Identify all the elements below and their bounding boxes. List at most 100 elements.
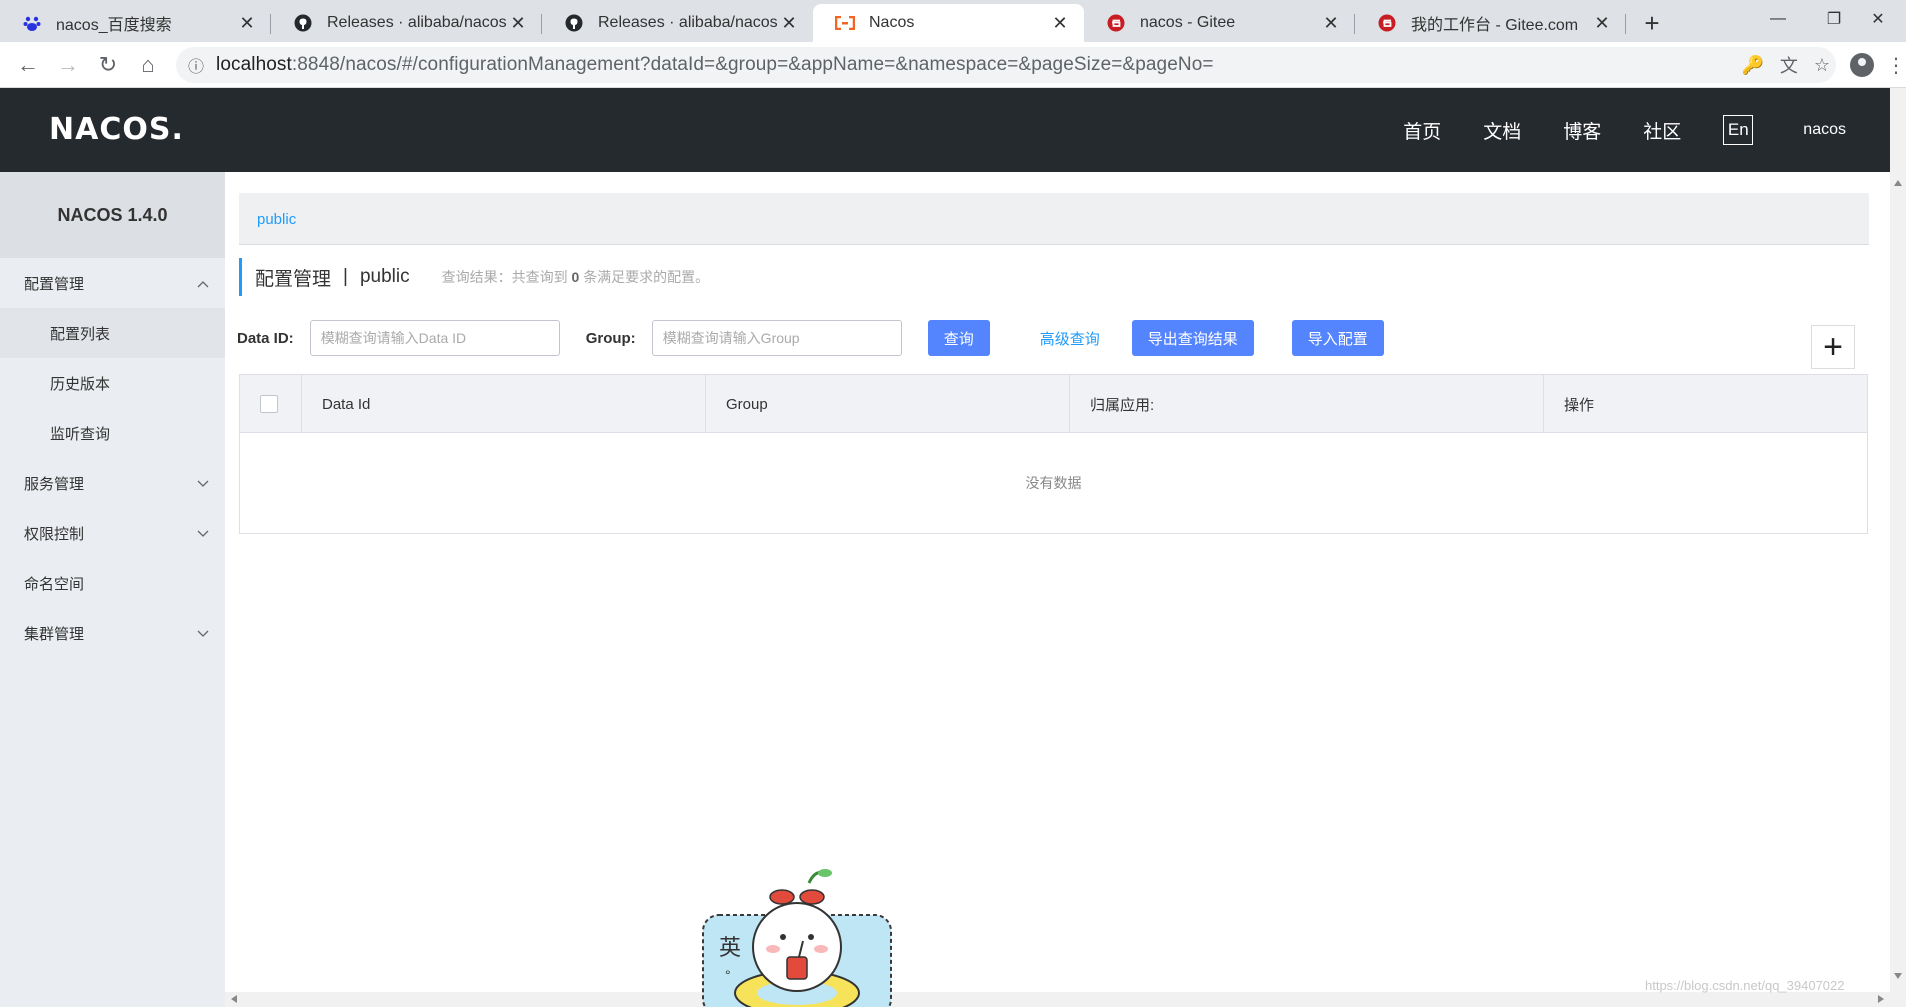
forward-icon[interactable]: →: [48, 45, 88, 85]
address-bar[interactable]: ⓘ localhost:8848/nacos/#/configurationMa…: [176, 47, 1836, 83]
url-text: localhost:8848/nacos/#/configurationMana…: [216, 54, 1214, 75]
nacos-logo[interactable]: NACOS.: [49, 112, 184, 147]
browser-tab-active[interactable]: Nacos ✕: [813, 4, 1084, 42]
export-results-button[interactable]: 导出查询结果: [1131, 320, 1254, 356]
svg-text:°: °: [725, 967, 731, 983]
close-icon[interactable]: ✕: [1050, 13, 1070, 33]
svg-text:英: 英: [719, 936, 741, 961]
window-close-icon[interactable]: ✕: [1850, 0, 1906, 38]
dataid-input[interactable]: [309, 320, 560, 356]
user-name[interactable]: nacos: [1803, 121, 1846, 139]
sidebar: NACOS 1.4.0 配置管理 配置列表 历史版本 监听查询 服务管理 权限控…: [0, 172, 225, 1007]
close-icon[interactable]: ✕: [237, 13, 257, 33]
bookmark-star-icon[interactable]: ☆: [1814, 55, 1830, 76]
chevron-up-icon: [197, 275, 213, 291]
browser-tab-strip: nacos_百度搜索 ✕ Releases · alibaba/nacos ✕ …: [0, 0, 1906, 42]
vertical-scrollbar[interactable]: [1890, 88, 1906, 1007]
tab-title: nacos_百度搜索: [56, 17, 172, 34]
title-namespace: public: [359, 266, 410, 287]
query-button[interactable]: 查询: [927, 320, 990, 356]
app-header: NACOS. 首页 文档 博客 社区 En nacos: [0, 88, 1890, 172]
sidebar-item-auth[interactable]: 权限控制: [0, 508, 225, 558]
sidebar-item-cluster[interactable]: 集群管理: [0, 608, 225, 658]
nav-blog[interactable]: 博客: [1563, 117, 1601, 144]
column-header: 操作: [1564, 396, 1595, 414]
dataid-label: Data ID:: [237, 329, 294, 347]
language-toggle[interactable]: En: [1723, 115, 1754, 145]
home-icon[interactable]: ⌂: [128, 45, 168, 85]
key-icon[interactable]: 🔑: [1741, 55, 1763, 76]
version-label: NACOS 1.4.0: [0, 172, 225, 258]
column-header[interactable]: Group: [706, 375, 1070, 433]
chevron-down-icon: [197, 475, 213, 491]
query-result-hint: 查询结果：共查询到 0 条满足要求的配置。: [441, 269, 710, 285]
empty-state: 没有数据: [1025, 475, 1082, 491]
tab-title: Nacos: [869, 14, 915, 31]
nacos-icon: [835, 13, 855, 33]
scroll-down-icon[interactable]: [1894, 973, 1902, 979]
column-header[interactable]: 归属应用:: [1070, 375, 1544, 433]
browser-tab[interactable]: 我的工作台 - Gitee.com ✕: [1355, 4, 1626, 42]
gitee-icon: [1377, 13, 1397, 33]
namespace-bar: public: [239, 193, 1869, 245]
close-icon[interactable]: ✕: [508, 13, 528, 33]
group-label: Group:: [585, 329, 636, 347]
sidebar-item-label: 命名空间: [24, 575, 85, 593]
scroll-up-icon[interactable]: [1894, 180, 1902, 186]
sidebar-item-label: 集群管理: [24, 625, 85, 643]
menu-kebab-icon[interactable]: ⋮: [1886, 53, 1906, 78]
profile-avatar-icon[interactable]: [1850, 53, 1874, 77]
browser-tab[interactable]: Releases · alibaba/nacos ✕: [542, 4, 813, 42]
new-tab-button[interactable]: +: [1632, 4, 1672, 42]
browser-toolbar: ← → ↻ ⌂ ⓘ localhost:8848/nacos/#/configu…: [0, 42, 1906, 88]
group-input[interactable]: [651, 320, 902, 356]
top-nav: 首页 文档 博客 社区 En nacos: [1403, 88, 1890, 172]
add-config-button[interactable]: +: [1811, 325, 1855, 369]
page-title: 配置管理 | public 查询结果：共查询到 0 条满足要求的配置。: [239, 258, 709, 296]
back-icon[interactable]: ←: [8, 45, 48, 85]
tab-title: 我的工作台 - Gitee.com: [1411, 17, 1579, 34]
browser-tab[interactable]: nacos - Gitee ✕: [1084, 4, 1355, 42]
reload-icon[interactable]: ↻: [88, 45, 128, 85]
sidebar-item-listener[interactable]: 监听查询: [0, 408, 225, 458]
scroll-left-icon[interactable]: [231, 995, 237, 1003]
close-icon[interactable]: ✕: [779, 13, 799, 33]
namespace-link-public[interactable]: public: [257, 211, 296, 228]
baidu-icon: [22, 13, 42, 33]
translate-icon[interactable]: 文: [1780, 52, 1798, 78]
sidebar-item-label: 服务管理: [24, 475, 85, 493]
table-header: Data Id Group 归属应用: 操作: [240, 375, 1867, 433]
query-bar: Data ID: Group: 查询 高级查询 导出查询结果 导入配置: [237, 320, 1877, 356]
floating-mascot[interactable]: 英 °: [697, 865, 897, 1007]
nav-home[interactable]: 首页: [1403, 117, 1441, 144]
nav-community[interactable]: 社区: [1643, 117, 1681, 144]
import-config-button[interactable]: 导入配置: [1291, 320, 1384, 356]
nav-docs[interactable]: 文档: [1483, 117, 1521, 144]
main-content: public 配置管理 | public 查询结果：共查询到 0 条满足要求的配…: [225, 172, 1890, 992]
close-icon[interactable]: ✕: [1321, 13, 1341, 33]
horizontal-scrollbar[interactable]: [225, 992, 1890, 1007]
sidebar-item-service[interactable]: 服务管理: [0, 458, 225, 508]
sidebar-item-config[interactable]: 配置管理: [0, 258, 225, 308]
tab-title: Releases · alibaba/nacos: [598, 14, 778, 31]
advanced-query-link[interactable]: 高级查询: [1040, 328, 1100, 349]
scroll-right-icon[interactable]: [1878, 995, 1884, 1003]
browser-tab[interactable]: Releases · alibaba/nacos ✕: [271, 4, 542, 42]
info-icon[interactable]: ⓘ: [176, 53, 216, 77]
tab-title: nacos - Gitee: [1140, 14, 1236, 31]
sidebar-item-config-list[interactable]: 配置列表: [0, 308, 225, 358]
tab-title: Releases · alibaba/nacos: [327, 14, 507, 31]
close-icon[interactable]: ✕: [1592, 13, 1612, 33]
sidebar-item-label: 配置管理: [24, 275, 85, 293]
column-header[interactable]: Data Id: [302, 375, 706, 433]
minimize-icon[interactable]: —: [1750, 0, 1806, 38]
config-table: Data Id Group 归属应用: 操作 没有数据: [239, 374, 1868, 534]
sidebar-item-history[interactable]: 历史版本: [0, 358, 225, 408]
select-all-checkbox[interactable]: [260, 395, 278, 413]
sidebar-item-namespace[interactable]: 命名空间: [0, 558, 225, 608]
browser-tab[interactable]: nacos_百度搜索 ✕: [0, 4, 271, 42]
chevron-down-icon: [197, 625, 213, 641]
select-all-cell: [240, 375, 302, 433]
watermark: https://blog.csdn.net/qq_39407022: [1645, 978, 1845, 993]
github-icon: [293, 13, 313, 33]
